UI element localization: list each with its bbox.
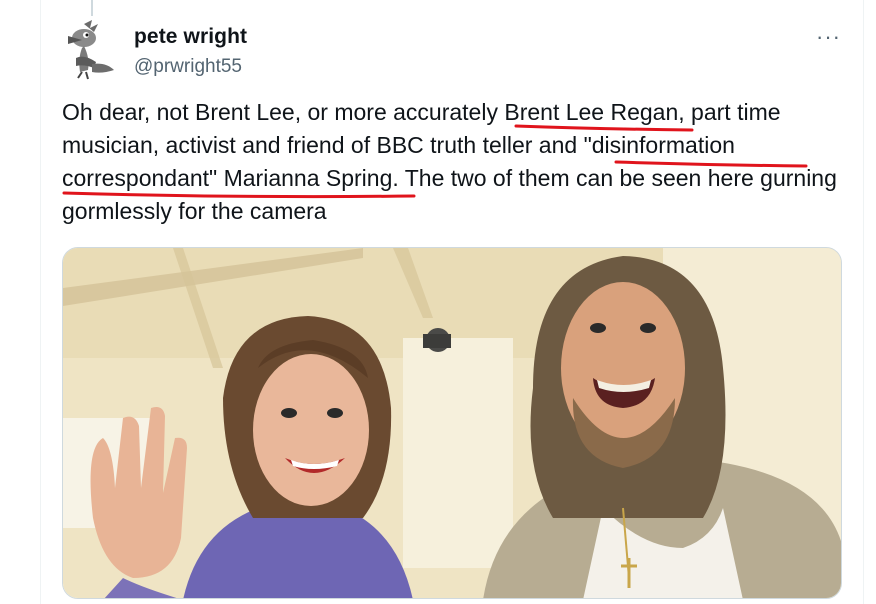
road-runner-avatar-icon[interactable] (62, 18, 118, 80)
thread-connector-line (91, 0, 93, 16)
more-options-icon[interactable]: ··· (816, 24, 841, 50)
tweet-text: Oh dear, not Brent Lee, or more accurate… (62, 96, 842, 228)
author-display-name[interactable]: pete wright (134, 25, 247, 49)
tweet-photo[interactable] (62, 247, 842, 599)
underlined-name-brent: Brent Lee Regan (504, 99, 679, 125)
author-handle[interactable]: @prwright55 (134, 56, 242, 78)
tweet-text-part: Oh dear, not Brent Lee, or more accurate… (62, 99, 505, 125)
